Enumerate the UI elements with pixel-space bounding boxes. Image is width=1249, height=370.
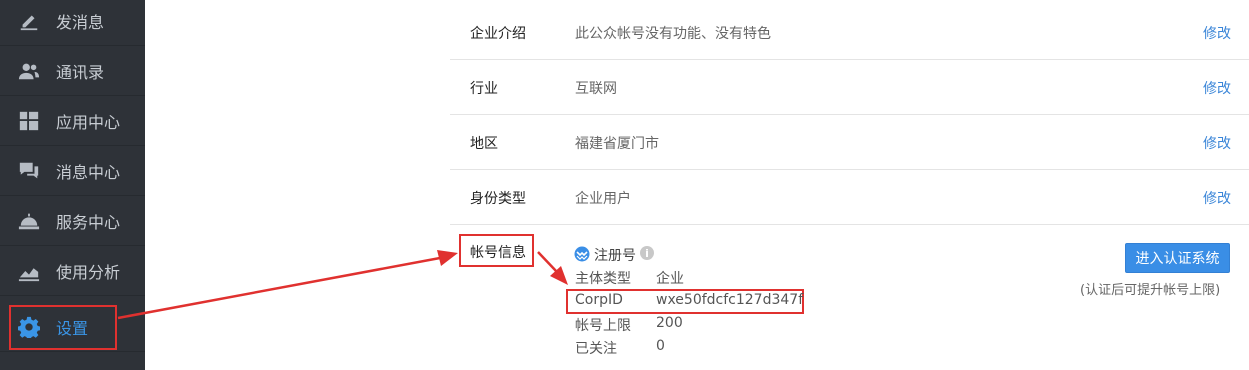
- arrow-to-account-label: [117, 256, 441, 320]
- arrow-to-corpid: [537, 251, 558, 273]
- arrowhead-account-label: [437, 250, 458, 266]
- annotation-arrows: [117, 250, 568, 320]
